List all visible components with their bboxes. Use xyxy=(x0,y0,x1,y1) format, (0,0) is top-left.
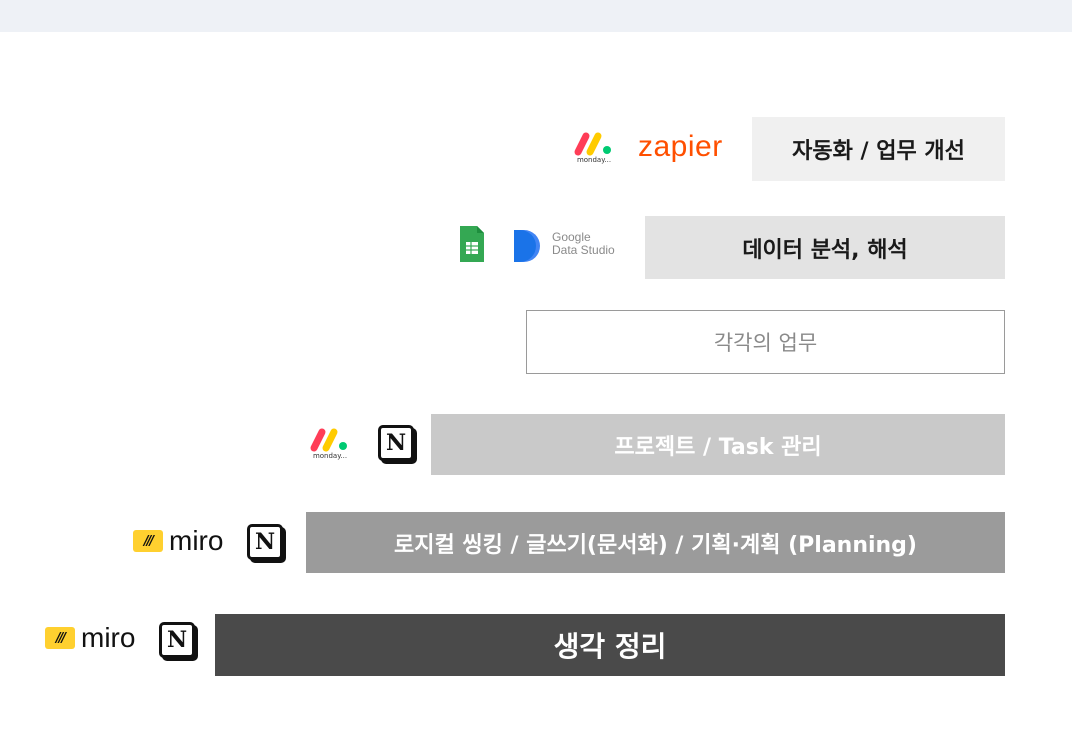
miro-label: miro xyxy=(81,622,136,653)
google-data-studio-label: Google Data Studio xyxy=(552,231,615,257)
miro-logo: /// miro xyxy=(45,622,135,654)
monday-logo: monday... xyxy=(572,128,616,164)
notion-icon: N xyxy=(378,425,414,461)
monday-label: monday... xyxy=(312,452,348,460)
google-sheets-icon xyxy=(458,224,486,268)
monday-icon xyxy=(574,132,611,156)
miro-icon: /// xyxy=(133,530,163,552)
layer-logical-thinking: 로지컬 씽킹 / 글쓰기(문서화) / 기획·계획 (Planning) xyxy=(306,512,1005,573)
monday-label: monday... xyxy=(576,156,612,164)
google-data-studio-line2: Data Studio xyxy=(552,243,615,257)
layer-automation: 자동화 / 업무 개선 xyxy=(752,117,1005,181)
notion-icon: N xyxy=(247,524,283,560)
miro-icon: /// xyxy=(45,627,75,649)
layer-project-management: 프로젝트 / Task 관리 xyxy=(431,414,1005,475)
layer-data-analysis: 데이터 분석, 해석 xyxy=(645,216,1005,279)
monday-logo: monday... xyxy=(308,424,352,460)
google-data-studio-icon xyxy=(510,228,548,268)
layer-each-work: 각각의 업무 xyxy=(526,310,1005,374)
layer-thinking: 생각 정리 xyxy=(215,614,1005,676)
top-bar xyxy=(0,0,1072,32)
zapier-logo: zapier xyxy=(638,130,723,163)
miro-logo: /// miro xyxy=(133,525,223,557)
miro-label: miro xyxy=(169,525,224,556)
notion-icon: N xyxy=(159,622,195,658)
monday-icon xyxy=(310,428,347,452)
